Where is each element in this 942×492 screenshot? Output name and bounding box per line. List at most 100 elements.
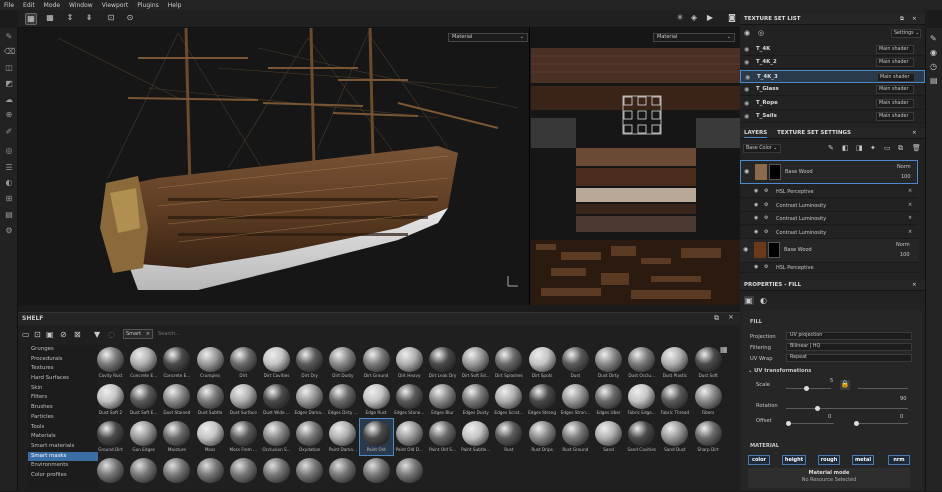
close-icon[interactable]: × xyxy=(728,313,734,321)
close-icon[interactable]: × xyxy=(912,128,917,139)
eye-icon[interactable]: ◉ xyxy=(744,110,749,123)
shelf-item[interactable] xyxy=(160,456,193,492)
uvt-section[interactable]: ⌄ UV transformations xyxy=(748,368,811,374)
eye-icon[interactable]: ◉ xyxy=(744,97,749,110)
bake-icon[interactable]: ◎ xyxy=(4,146,14,156)
texture-set-row[interactable]: ◉ T_Glass Main shader xyxy=(740,83,925,97)
shelf-category-item[interactable]: Textures xyxy=(28,364,98,374)
shelf-item[interactable]: Dirt Ground xyxy=(360,345,393,381)
shelf-item[interactable]: Paint Old xyxy=(358,418,394,456)
align-tool-icon[interactable]: ⇟ xyxy=(83,13,95,25)
chip-rough[interactable]: rough xyxy=(818,455,840,465)
viewport-2d[interactable]: Material ⌄ xyxy=(531,28,740,305)
frame-icon[interactable]: ⊡ xyxy=(105,13,117,25)
eye-icon[interactable]: ◉ xyxy=(754,188,758,194)
shelf-item[interactable]: Dust xyxy=(559,345,592,381)
display-settings-icon[interactable]: ☰ xyxy=(4,163,14,173)
scale-slider-2[interactable] xyxy=(858,388,908,389)
shelf-item[interactable]: Edges Uber xyxy=(592,382,625,418)
import-icon[interactable]: ⊡ xyxy=(34,330,41,339)
material-properties-icon[interactable]: ◐ xyxy=(760,296,767,305)
shader-dropdown[interactable]: Main shader xyxy=(876,98,914,108)
layer-base-wood[interactable]: ◉ Base Wood Norm 100 xyxy=(740,160,918,184)
new-folder-icon[interactable]: ▭ xyxy=(22,330,30,339)
shelf-item[interactable]: Dirt Spots xyxy=(526,345,559,381)
menu-window[interactable]: Window xyxy=(69,2,93,9)
chip-height[interactable]: height xyxy=(782,455,806,465)
add-effect-icon[interactable]: ✦ xyxy=(870,144,876,152)
projection-dropdown[interactable]: UV projection xyxy=(786,332,912,340)
shelf-item[interactable]: Dust Plastic xyxy=(658,345,691,381)
layer-opacity[interactable]: 100 xyxy=(901,174,911,180)
scale-slider[interactable] xyxy=(786,386,831,391)
screenshot-icon[interactable]: ◙ xyxy=(726,13,738,25)
shelf-item[interactable]: Edges Scrat... xyxy=(492,382,525,418)
export-icon[interactable]: ⊞ xyxy=(4,194,14,204)
shelf-item[interactable]: Paint Subtle... xyxy=(459,419,492,455)
eye-icon[interactable]: ◉ xyxy=(754,229,758,235)
chip-nrm[interactable]: nrm xyxy=(888,455,910,465)
lock-icon[interactable]: 🔒 xyxy=(840,380,850,390)
shelf-category-item[interactable]: Brushes xyxy=(28,403,98,413)
eye-icon[interactable]: ◉ xyxy=(744,43,749,56)
shelf-item[interactable]: Dust Soft E... xyxy=(127,382,160,418)
shelf-item[interactable] xyxy=(293,456,326,492)
view-icon[interactable]: ◉ xyxy=(744,29,750,37)
camera-icon[interactable]: ▶ xyxy=(704,13,716,25)
shelf-item[interactable]: Dust Soft xyxy=(692,345,725,381)
history-icon[interactable]: ◌ xyxy=(108,330,115,339)
shelf-item[interactable]: Dirt Soft Ed... xyxy=(459,345,492,381)
uvwrap-dropdown[interactable]: Repeat xyxy=(786,354,912,362)
effect-row[interactable]: ◉ ⚙ Contrast Luminosity × xyxy=(740,225,918,239)
layer-blend[interactable]: Norm xyxy=(897,164,911,170)
fill-properties-icon[interactable]: ▣ xyxy=(744,296,754,305)
shelf-item[interactable] xyxy=(227,456,260,492)
shelf-item[interactable]: Gun Edges xyxy=(127,419,160,455)
trash-icon[interactable]: 🗑 xyxy=(912,144,921,152)
shader-dropdown[interactable]: Main shader xyxy=(876,45,914,54)
projection-icon[interactable]: ◫ xyxy=(4,63,14,73)
offset-slider-a[interactable] xyxy=(786,421,834,426)
layer-base-wood-2[interactable]: ◉ Base Wood Norm 100 xyxy=(740,239,918,263)
material-select-3d[interactable]: Material ⌄ xyxy=(448,33,528,42)
menu-viewport[interactable]: Viewport xyxy=(102,2,129,9)
shelf-item[interactable]: Dirt Cavities xyxy=(260,345,293,381)
clone-icon[interactable]: ⊕ xyxy=(4,110,14,120)
shelf-item[interactable]: Edges Dama... xyxy=(293,382,326,418)
shelf-item[interactable]: Paint Old D... xyxy=(393,419,426,455)
effect-row[interactable]: ◉ ⚙ Contrast Luminosity × xyxy=(740,212,918,225)
shelf-item[interactable]: Sand Dust xyxy=(658,419,691,455)
doc-icon[interactable]: ▤ xyxy=(4,210,14,220)
shelf-category-item[interactable]: Color profiles xyxy=(28,471,98,481)
chip-metal[interactable]: metal xyxy=(852,455,874,465)
shelf-item[interactable]: Crumples xyxy=(194,345,227,381)
menu-plugins[interactable]: Plugins xyxy=(137,2,159,9)
shelf-item[interactable]: Paint Dama... xyxy=(326,419,359,455)
eye-icon[interactable]: ◉ xyxy=(754,264,758,270)
texture-set-row[interactable]: ◉ T_Rope Main shader xyxy=(740,97,925,110)
shelf-item[interactable]: Fibers xyxy=(692,382,725,418)
shelf-item[interactable]: Dirt xyxy=(227,345,260,381)
shelf-item[interactable]: Dust Soft 2 xyxy=(94,382,127,418)
shelf-item[interactable]: Sharp Dirt xyxy=(692,419,725,455)
texture-set-row[interactable]: ◉ T_4K_2 Main shader xyxy=(740,56,925,70)
shelf-item[interactable] xyxy=(260,456,293,492)
close-icon[interactable]: × xyxy=(912,280,917,291)
shelf-item[interactable]: Edges Stone... xyxy=(393,382,426,418)
settings-icon[interactable]: ⚙ xyxy=(4,226,14,236)
shader-dropdown[interactable]: Main shader xyxy=(876,58,914,68)
material-mode-box[interactable]: Material mode No Resource Selected xyxy=(748,468,910,488)
eye-icon[interactable]: ◉ xyxy=(743,246,748,253)
scale-value[interactable]: 5 xyxy=(830,378,833,384)
shelf-item[interactable]: Concrete E... xyxy=(127,345,160,381)
effect-row[interactable]: ◉ ⚙ HSL Perceptive xyxy=(740,263,918,273)
light-icon[interactable]: ✳ xyxy=(674,13,686,25)
add-mask-icon[interactable]: ◨ xyxy=(856,144,863,152)
offset-b-value[interactable]: 0 xyxy=(900,414,903,420)
paint-layer-icon[interactable]: ✎ xyxy=(828,144,834,152)
smudge-icon[interactable]: ☁ xyxy=(4,95,14,105)
move-tool-icon[interactable]: ⇕ xyxy=(64,13,76,25)
undock-icon[interactable]: ⧉ xyxy=(900,14,904,25)
layer-opacity[interactable]: 100 xyxy=(900,252,910,258)
filter-tag[interactable]: Smart × xyxy=(123,329,153,339)
